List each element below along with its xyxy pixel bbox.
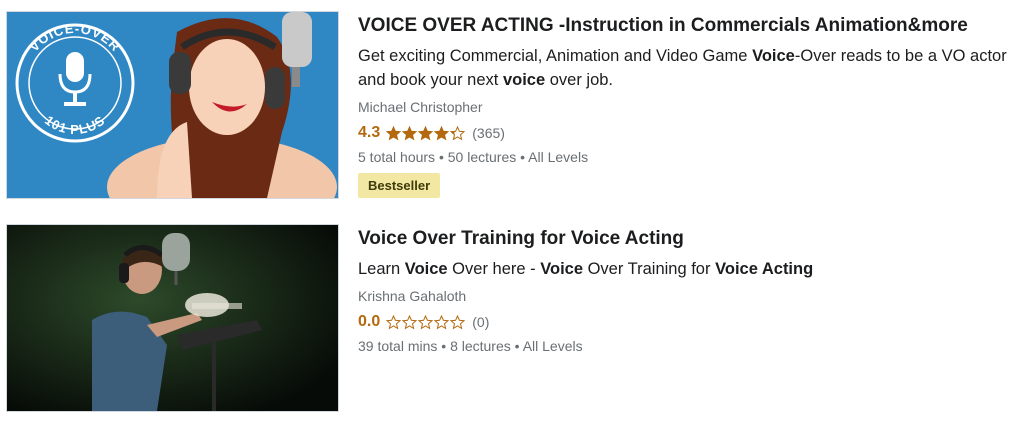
course-hours: 39 total mins (358, 338, 438, 354)
course-rating: 4.3 (365) (358, 122, 1014, 144)
course-level: All Levels (528, 149, 589, 165)
course-instructor: Krishna Gahaloth (358, 288, 467, 304)
course-headline: Learn Voice Over here - Voice Over Train… (358, 260, 814, 278)
course-thumbnail[interactable]: VOICE-OVER 101 PLUS (6, 11, 339, 199)
rating-stars (386, 314, 466, 330)
course-lectures: 50 lectures (447, 149, 517, 165)
rating-count: (0) (472, 314, 490, 330)
course-card[interactable]: VOICE-OVER 101 PLUS VOICE OVER ACTING -I… (0, 0, 1024, 212)
course-hours: 5 total hours (358, 149, 436, 165)
course-meta: 39 total mins • 8 lectures • All Levels (358, 338, 583, 354)
course-card[interactable]: Voice Over Training for Voice Acting Lea… (0, 212, 1024, 422)
course-level: All Levels (522, 338, 583, 354)
star-empty-icon (450, 314, 466, 329)
star-empty-icon (386, 314, 402, 329)
bestseller-badge: Bestseller (358, 173, 441, 198)
course-meta: 5 total hours • 50 lectures • All Levels (358, 149, 589, 165)
course-title[interactable]: VOICE OVER ACTING -Instruction in Commer… (358, 14, 1014, 38)
course-info: VOICE OVER ACTING -Instruction in Commer… (358, 14, 1014, 198)
rating-number: 0.0 (358, 313, 381, 330)
course-headline: Get exciting Commercial, Animation and V… (358, 47, 1007, 89)
star-full-icon (386, 125, 402, 140)
course-info: Voice Over Training for Voice Acting Lea… (358, 227, 1014, 362)
star-empty-icon (434, 314, 450, 329)
course-lectures: 8 lectures (450, 338, 511, 354)
course-instructor: Michael Christopher (358, 99, 483, 115)
rating-stars (386, 125, 466, 141)
rating-number: 4.3 (358, 124, 381, 141)
course-title[interactable]: Voice Over Training for Voice Acting (358, 227, 1014, 251)
star-full-icon (402, 125, 418, 140)
course-rating: 0.0 (0) (358, 311, 1014, 333)
rating-count: (365) (472, 125, 505, 141)
star-full-icon (418, 125, 434, 140)
star-empty-icon (402, 314, 418, 329)
star-half-icon (450, 125, 466, 140)
star-empty-icon (418, 314, 434, 329)
star-full-icon (434, 125, 450, 140)
course-thumbnail[interactable] (6, 224, 339, 412)
